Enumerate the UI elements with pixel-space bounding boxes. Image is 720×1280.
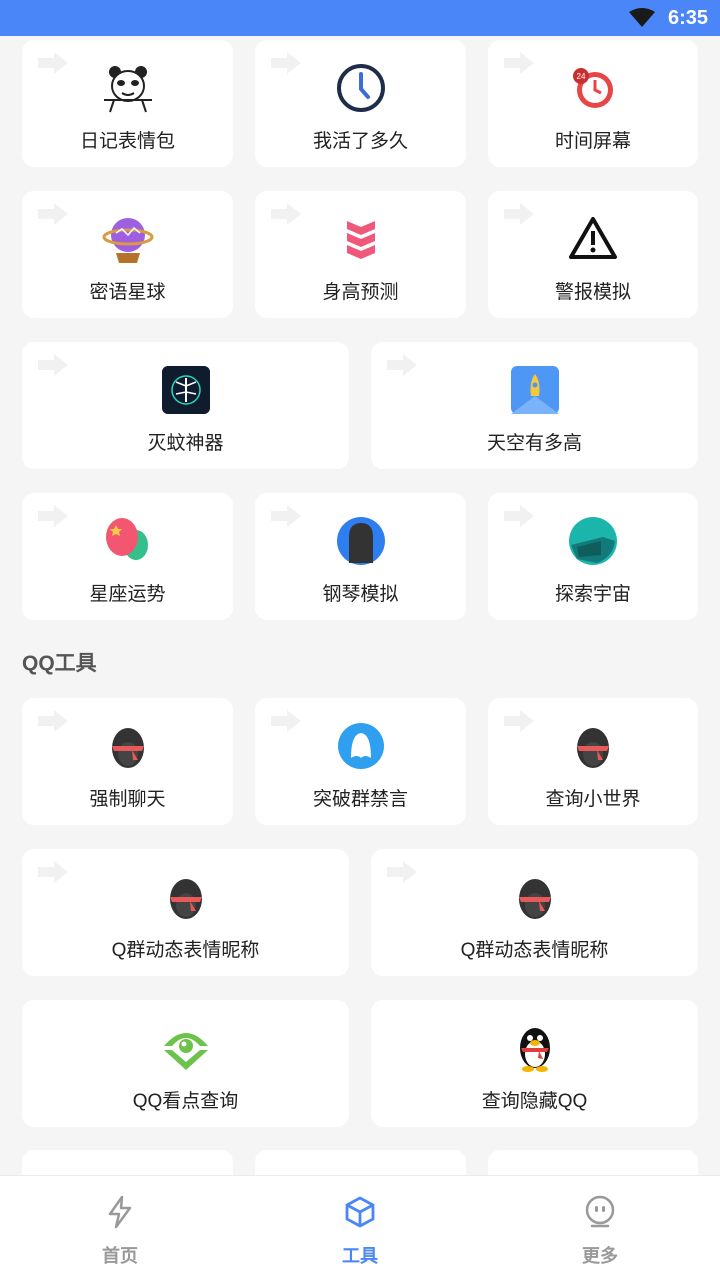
- stopwatch-24-icon: 24: [573, 68, 613, 108]
- tool-card-explore-universe[interactable]: 探索宇宙: [488, 493, 698, 620]
- tool-card-group-nickname-2[interactable]: Q群动态表情昵称: [371, 849, 698, 976]
- tool-label: 星座运势: [89, 584, 166, 605]
- tool-card-diary-meme[interactable]: 日记表情包: [22, 40, 233, 167]
- tool-label: 身高预测: [322, 282, 399, 303]
- arrow-icon: [38, 354, 68, 376]
- status-bar: 6:35: [0, 0, 720, 36]
- warning-icon: [569, 217, 617, 259]
- arrow-icon: [38, 505, 68, 527]
- nav-item-more[interactable]: 更多: [480, 1176, 720, 1280]
- chevron-stack-icon: [346, 221, 375, 259]
- penguin-icon: [518, 879, 551, 919]
- arrow-icon: [271, 52, 301, 74]
- robot-icon: [585, 1195, 615, 1228]
- tool-card-hidden-qq[interactable]: 查询隐藏QQ: [371, 1000, 698, 1127]
- section-title-qq: QQ工具: [22, 652, 97, 675]
- tool-card-how-long-lived[interactable]: 我活了多久: [255, 40, 466, 167]
- svg-text:24: 24: [577, 72, 586, 81]
- rocket-icon: [510, 366, 559, 414]
- tool-card-qq-kandian[interactable]: QQ看点查询: [22, 1000, 349, 1127]
- panda-meme-icon: [103, 66, 152, 113]
- cube-icon: [345, 1196, 375, 1228]
- mosquito-icon: [161, 366, 210, 414]
- tool-card-time-screen[interactable]: 24 时间屏幕: [488, 40, 698, 167]
- nav-label: 更多: [582, 1246, 618, 1266]
- arrow-icon: [271, 710, 301, 732]
- tool-label: 查询小世界: [545, 789, 641, 810]
- tool-card-alarm-sim[interactable]: 警报模拟: [488, 191, 698, 318]
- tool-label: QQ看点查询: [132, 1091, 239, 1112]
- nav-item-home[interactable]: 首页: [0, 1176, 240, 1280]
- wifi-icon: [629, 8, 655, 27]
- universe-icon: [569, 517, 617, 565]
- qq-user-icon: [337, 723, 384, 769]
- tool-card-sky-height[interactable]: 天空有多高: [371, 342, 698, 469]
- tool-card-secret-planet[interactable]: 密语星球: [22, 191, 233, 318]
- arrow-icon: [38, 52, 68, 74]
- arrow-icon: [38, 861, 68, 883]
- tool-label: 灭蚊神器: [147, 433, 224, 454]
- tool-label: 密语星球: [89, 282, 166, 303]
- clock-icon: [336, 64, 385, 112]
- tool-label: 天空有多高: [486, 433, 582, 454]
- nav-item-tools[interactable]: 工具: [240, 1176, 480, 1280]
- arrow-icon: [504, 203, 534, 225]
- tool-card-group-nickname[interactable]: Q群动态表情昵称: [22, 849, 349, 976]
- tool-label: 钢琴模拟: [322, 584, 399, 605]
- arrow-icon: [504, 505, 534, 527]
- tool-card-break-mute[interactable]: 突破群禁言: [255, 698, 466, 825]
- piano-icon: [336, 517, 385, 565]
- balloons-icon: [105, 518, 148, 560]
- tool-label: 查询隐藏QQ: [481, 1091, 588, 1112]
- tool-label: 我活了多久: [312, 131, 408, 152]
- tool-card-small-world[interactable]: 查询小世界: [488, 698, 698, 825]
- nav-label: 工具: [342, 1246, 378, 1266]
- arrow-icon: [38, 203, 68, 225]
- nav-label: 首页: [102, 1246, 138, 1266]
- arrow-icon: [387, 861, 417, 883]
- tool-label: 时间屏幕: [554, 131, 631, 152]
- status-time: 6:35: [667, 7, 708, 29]
- penguin-icon: [111, 728, 144, 768]
- penguin-icon: [577, 728, 609, 768]
- arrow-icon: [504, 52, 534, 74]
- eye-icon: [163, 1033, 208, 1070]
- tool-label: 警报模拟: [554, 282, 631, 303]
- tool-card-partial[interactable]: [22, 1150, 233, 1175]
- penguin-icon: [169, 879, 202, 919]
- tool-label: 日记表情包: [79, 131, 175, 152]
- tool-card-partial[interactable]: [255, 1150, 466, 1175]
- tools-content[interactable]: 日记表情包 我活了多久 24 时间屏幕 密语星球 身高预测 警报模拟 灭蚊神器 …: [0, 36, 720, 1175]
- tool-label: Q群动态表情昵称: [460, 940, 609, 961]
- tool-label: 突破群禁言: [312, 789, 408, 810]
- tool-label: 探索宇宙: [554, 584, 631, 605]
- tool-label: Q群动态表情昵称: [111, 940, 260, 961]
- tool-card-mosquito[interactable]: 灭蚊神器: [22, 342, 349, 469]
- tool-card-height-predict[interactable]: 身高预测: [255, 191, 466, 318]
- tool-card-partial[interactable]: [488, 1150, 698, 1175]
- arrow-icon: [38, 710, 68, 732]
- qq-penguin-icon: [519, 1028, 550, 1072]
- tool-card-piano-sim[interactable]: 钢琴模拟: [255, 493, 466, 620]
- arrow-icon: [271, 203, 301, 225]
- crystal-ball-icon: [102, 218, 153, 263]
- arrow-icon: [504, 710, 534, 732]
- lightning-icon: [108, 1195, 132, 1229]
- arrow-icon: [387, 354, 417, 376]
- bottom-nav: 首页 工具 更多: [0, 1175, 720, 1280]
- tool-label: 强制聊天: [89, 789, 166, 810]
- tool-card-force-chat[interactable]: 强制聊天: [22, 698, 233, 825]
- tool-card-horoscope[interactable]: 星座运势: [22, 493, 233, 620]
- arrow-icon: [271, 505, 301, 527]
